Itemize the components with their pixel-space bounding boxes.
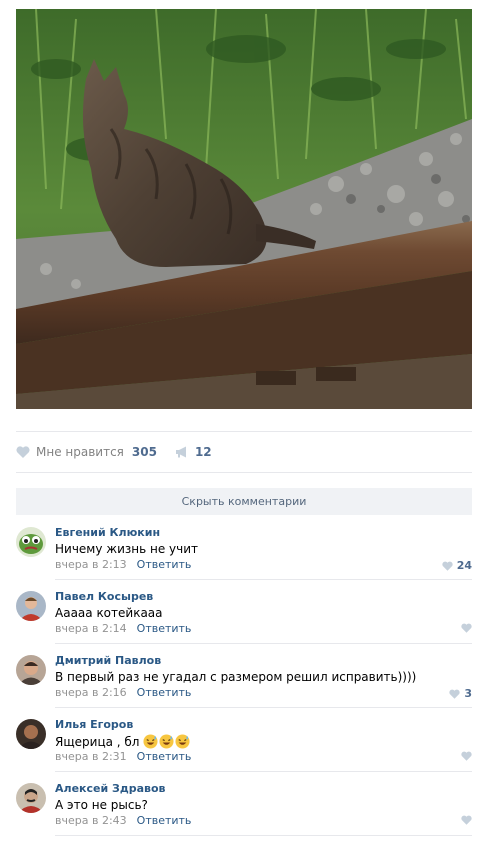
avatar[interactable]: [16, 783, 46, 813]
hide-comments-button[interactable]: Скрыть комментарии: [16, 488, 472, 515]
comment-item: Дмитрий Павлов В первый раз не угадал с …: [16, 644, 472, 708]
comment-text: Ничему жизнь не учит: [55, 542, 199, 556]
post-actions: Мне нравится 305 12: [16, 440, 212, 464]
post-divider: [16, 431, 472, 432]
comment-author[interactable]: Дмитрий Павлов: [55, 654, 161, 667]
comment-meta: вчера в 2:31 Ответить: [55, 750, 191, 763]
avatar[interactable]: [16, 719, 46, 749]
heart-icon: [461, 751, 472, 761]
heart-icon: [449, 689, 460, 699]
comment-like-button[interactable]: 24: [442, 559, 472, 572]
repost-button[interactable]: 12: [175, 445, 212, 459]
like-count: 305: [131, 445, 157, 459]
avatar[interactable]: [16, 527, 46, 557]
heart-icon: [16, 446, 30, 458]
heart-icon: [461, 623, 472, 633]
like-label: Мне нравится: [36, 445, 124, 459]
comment-item: Алексей Здравов А это не рысь? вчера в 2…: [16, 772, 472, 836]
actions-divider: [16, 472, 472, 473]
repost-count: 12: [194, 445, 212, 459]
reply-link[interactable]: Ответить: [137, 686, 192, 699]
comment-meta: вчера в 2:14 Ответить: [55, 622, 191, 635]
comment-item: Евгений Клюкин Ничему жизнь не учит вчер…: [16, 516, 472, 580]
reply-link[interactable]: Ответить: [137, 750, 192, 763]
comment-time[interactable]: вчера в 2:16: [55, 686, 127, 699]
heart-icon: [461, 815, 472, 825]
comment-divider: [55, 835, 472, 836]
comment-author[interactable]: Павел Косырев: [55, 590, 153, 603]
comment-time[interactable]: вчера в 2:13: [55, 558, 127, 571]
comment-item: Илья Егоров Ящерица , бл вчера в 2:31 Отв…: [16, 708, 472, 772]
comment-like-button[interactable]: [461, 815, 472, 825]
avatar[interactable]: [16, 655, 46, 685]
laughing-sweat-emoji-icon: [143, 734, 158, 749]
reply-link[interactable]: Ответить: [137, 622, 192, 635]
comment-author[interactable]: Алексей Здравов: [55, 782, 166, 795]
like-button[interactable]: Мне нравится 305: [16, 445, 157, 459]
comment-time[interactable]: вчера в 2:31: [55, 750, 127, 763]
comment-meta: вчера в 2:16 Ответить: [55, 686, 191, 699]
comment-text: А это не рысь?: [55, 798, 148, 812]
laughing-sweat-emoji-icon: [159, 734, 174, 749]
comment-meta: вчера в 2:13 Ответить: [55, 558, 191, 571]
heart-icon: [442, 561, 453, 571]
comment-like-count: 24: [456, 559, 472, 572]
comment-text: Ааааа котейкааа: [55, 606, 163, 620]
comment-item: Павел Косырев Ааааа котейкааа вчера в 2:…: [16, 580, 472, 644]
comment-like-count: 3: [464, 687, 472, 700]
comment-time[interactable]: вчера в 2:14: [55, 622, 127, 635]
photo-cat-on-rail: [16, 9, 472, 409]
avatar[interactable]: [16, 591, 46, 621]
comment-like-button[interactable]: 3: [449, 687, 472, 700]
comment-author[interactable]: Евгений Клюкин: [55, 526, 160, 539]
comment-like-button[interactable]: [461, 751, 472, 761]
comment-meta: вчера в 2:43 Ответить: [55, 814, 191, 827]
comment-text: В первый раз не угадал с размером решил …: [55, 670, 417, 684]
post-photo[interactable]: [16, 9, 472, 409]
comment-text-content: Ящерица , бл: [55, 735, 140, 749]
comment-time[interactable]: вчера в 2:43: [55, 814, 127, 827]
reply-link[interactable]: Ответить: [137, 814, 192, 827]
reply-link[interactable]: Ответить: [137, 558, 192, 571]
comment-text: Ящерица , бл: [55, 734, 191, 749]
megaphone-icon: [175, 446, 186, 458]
comment-like-button[interactable]: [461, 623, 472, 633]
comment-author[interactable]: Илья Егоров: [55, 718, 133, 731]
laughing-sweat-emoji-icon: [175, 734, 190, 749]
